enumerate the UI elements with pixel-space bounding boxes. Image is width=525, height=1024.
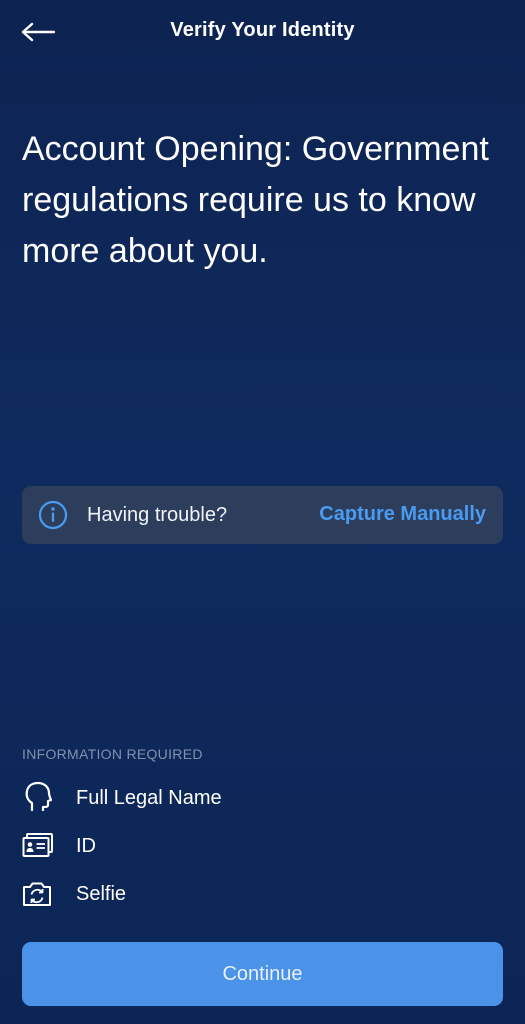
capture-manually-link[interactable]: Capture Manually [319, 503, 486, 526]
continue-button[interactable]: Continue [22, 942, 503, 1006]
head-profile-icon [25, 781, 53, 812]
app-header: Verify Your Identity [0, 0, 525, 64]
requirement-item-name: Full Legal Name [22, 780, 422, 814]
id-card-icon [22, 833, 53, 857]
requirement-item-selfie: Selfie [22, 876, 422, 910]
page-title: Verify Your Identity [170, 19, 355, 41]
help-text: Having trouble? [87, 504, 228, 526]
section-label: INFORMATION REQUIRED [22, 746, 203, 762]
headline-text: Account Opening: Government regulations … [22, 130, 489, 270]
info-icon [38, 500, 68, 530]
requirement-item-id: ID [22, 828, 422, 862]
help-banner: Having trouble? Capture Manually [22, 486, 503, 544]
camera-rotate-icon [23, 882, 51, 906]
requirement-label: Full Legal Name [76, 787, 222, 809]
requirement-label: ID [76, 835, 96, 857]
requirement-label: Selfie [76, 883, 127, 905]
